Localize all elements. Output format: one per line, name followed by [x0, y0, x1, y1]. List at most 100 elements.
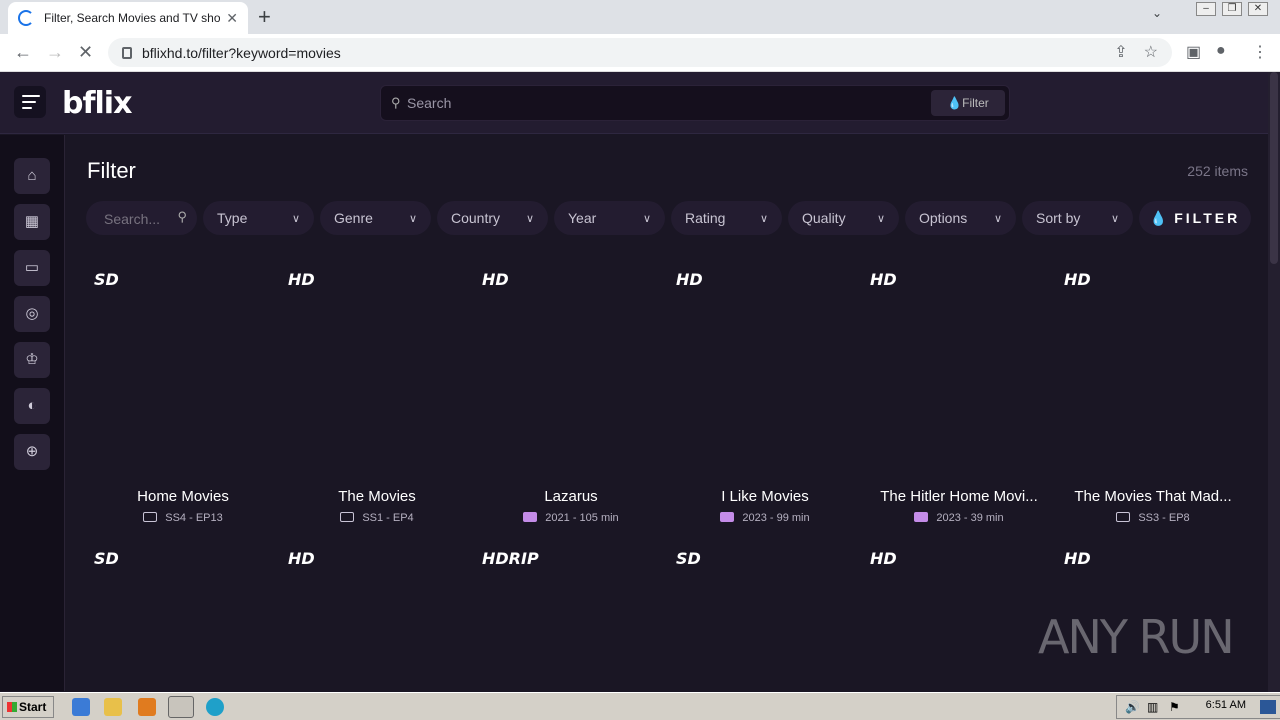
card-title[interactable]: Lazarus: [474, 488, 668, 505]
header-filter-button[interactable]: 💧Filter: [931, 90, 1005, 116]
filter-search-input[interactable]: Search... ⚲: [86, 201, 197, 235]
address-bar[interactable]: bflixhd.to/filter?keyword=movies ⇪ ☆: [108, 38, 1172, 67]
sort-by-dropdown[interactable]: Sort by ∨: [1022, 201, 1133, 235]
new-tab-button[interactable]: +: [258, 4, 271, 30]
system-tray: 🔊 ▥ ⚑: [1116, 695, 1280, 719]
minimize-icon[interactable]: –: [1196, 2, 1216, 16]
card-meta: SS4 - EP13: [86, 512, 280, 524]
clapperboard-icon[interactable]: ▦: [14, 204, 50, 240]
quality-badge: HD: [288, 270, 315, 289]
movie-card[interactable]: HD: [280, 549, 460, 689]
filter-bar: Search... ⚲ Type ∨ Genre ∨ Country ∨ Year ∨ R…: [86, 201, 1251, 235]
chevron-down-icon: ∨: [291, 212, 300, 225]
page-scrollbar[interactable]: [1268, 72, 1280, 692]
card-title[interactable]: Home Movies: [86, 488, 280, 505]
card-title[interactable]: The Movies: [280, 488, 474, 505]
rating-dropdown[interactable]: Rating ∨: [671, 201, 782, 235]
window-controls: – ❐ ✕: [1196, 2, 1268, 16]
movie-card[interactable]: HD The Movies SS1 - EP4: [280, 270, 460, 530]
clock: 6:51 AM: [1205, 699, 1246, 711]
tv-icon: [143, 512, 158, 522]
site-logo[interactable]: bflix: [62, 86, 132, 121]
search-icon: ⚲: [391, 95, 401, 110]
quality-badge: SD: [676, 549, 701, 568]
search-icon: ⚲: [177, 209, 187, 224]
chevron-down-icon: ∨: [1110, 212, 1119, 225]
forward-arrow-icon[interactable]: →: [46, 42, 64, 62]
profile-avatar-icon[interactable]: ●: [1216, 42, 1226, 60]
movie-card[interactable]: HD The Hitler Home Movi... 2023 - 39 min: [862, 270, 1042, 530]
movie-card[interactable]: SD Home Movies SS4 - EP13: [86, 270, 266, 530]
page-title: Filter: [87, 158, 136, 183]
url-text[interactable]: bflixhd.to/filter?keyword=movies: [142, 45, 341, 61]
movie-card[interactable]: HD The Movies That Mad... SS3 - EP8: [1056, 270, 1236, 530]
fire-icon[interactable]: ◎: [14, 296, 50, 332]
movie-card[interactable]: HD Lazarus 2021 - 105 min: [474, 270, 654, 530]
browser-tab[interactable]: Filter, Search Movies and TV shows ✕: [8, 2, 248, 34]
side-panel-icon[interactable]: ▣: [1186, 42, 1201, 62]
home-icon[interactable]: ⌂: [14, 158, 50, 194]
chevron-down-icon: ∨: [759, 212, 768, 225]
card-title[interactable]: I Like Movies: [668, 488, 862, 505]
apply-filter-button[interactable]: 💧 FILTER: [1139, 201, 1251, 235]
restore-icon[interactable]: ❐: [1222, 2, 1242, 16]
options-dropdown[interactable]: Options ∨: [905, 201, 1016, 235]
edge-icon[interactable]: [206, 698, 224, 716]
quality-badge: SD: [94, 270, 119, 289]
quality-badge: HD: [1064, 549, 1091, 568]
tv-icon: [1116, 512, 1131, 522]
movie-card[interactable]: HD: [862, 549, 1042, 689]
media-player-icon[interactable]: [138, 698, 156, 716]
movie-card[interactable]: SD: [668, 549, 848, 689]
show-desktop-icon[interactable]: [1260, 700, 1276, 714]
film-icon: [523, 512, 538, 522]
back-arrow-icon[interactable]: ←: [14, 42, 32, 62]
chrome-taskbar-button[interactable]: [168, 696, 194, 718]
genre-dropdown[interactable]: Genre ∨: [320, 201, 431, 235]
chevron-down-icon: ∨: [876, 212, 885, 225]
quality-badge: HD: [288, 549, 315, 568]
network-icon[interactable]: ▥: [1147, 700, 1158, 714]
trophy-icon[interactable]: ♔: [14, 342, 50, 378]
start-button[interactable]: Start: [2, 696, 54, 718]
type-dropdown[interactable]: Type ∨: [203, 201, 314, 235]
share-icon[interactable]: ⇪: [1114, 42, 1127, 62]
palette-icon[interactable]: ◐: [14, 388, 50, 424]
kebab-menu-icon[interactable]: ⋮: [1252, 42, 1268, 62]
tv-icon[interactable]: ▭: [14, 250, 50, 286]
movie-card[interactable]: HD I Like Movies 2023 - 99 min: [668, 270, 848, 530]
browser-toolbar: ← → ✕ bflixhd.to/filter?keyword=movies ⇪…: [0, 34, 1280, 72]
card-title[interactable]: The Movies That Mad...: [1056, 488, 1250, 505]
stop-loading-icon[interactable]: ✕: [78, 42, 93, 62]
quality-badge: SD: [94, 549, 119, 568]
film-icon: [720, 512, 735, 522]
card-meta: 2023 - 99 min: [668, 512, 862, 524]
quality-badge: HD: [870, 549, 897, 568]
quality-badge: HD: [870, 270, 897, 289]
chevron-down-icon: ∨: [993, 212, 1002, 225]
close-window-icon[interactable]: ✕: [1248, 2, 1268, 16]
country-dropdown[interactable]: Country ∨: [437, 201, 548, 235]
hamburger-menu-button[interactable]: [14, 86, 46, 118]
card-meta: 2023 - 39 min: [862, 512, 1056, 524]
year-dropdown[interactable]: Year ∨: [554, 201, 665, 235]
movie-card[interactable]: HDRIP: [474, 549, 654, 689]
ie-icon[interactable]: [72, 698, 90, 716]
scrollbar-thumb[interactable]: [1270, 72, 1278, 264]
folder-icon[interactable]: [104, 698, 122, 716]
flag-icon[interactable]: ⚑: [1169, 700, 1180, 714]
volume-icon[interactable]: 🔊: [1125, 700, 1140, 714]
header-search-input[interactable]: Search: [407, 95, 451, 111]
movie-card[interactable]: SD: [86, 549, 266, 689]
site-header: bflix ⚲ Search 💧Filter: [0, 72, 1268, 134]
header-search-bar[interactable]: ⚲ Search 💧Filter: [380, 85, 1010, 121]
quality-badge: HD: [1064, 270, 1091, 289]
bookmark-star-icon[interactable]: ☆: [1144, 42, 1158, 62]
quality-dropdown[interactable]: Quality ∨: [788, 201, 899, 235]
chevron-down-icon: ∨: [525, 212, 534, 225]
globe-icon[interactable]: ⊕: [14, 434, 50, 470]
film-icon: [914, 512, 929, 522]
card-title[interactable]: The Hitler Home Movi...: [862, 488, 1056, 505]
tab-search-chevron-icon[interactable]: ⌄: [1152, 6, 1162, 20]
close-tab-icon[interactable]: ✕: [226, 10, 238, 27]
